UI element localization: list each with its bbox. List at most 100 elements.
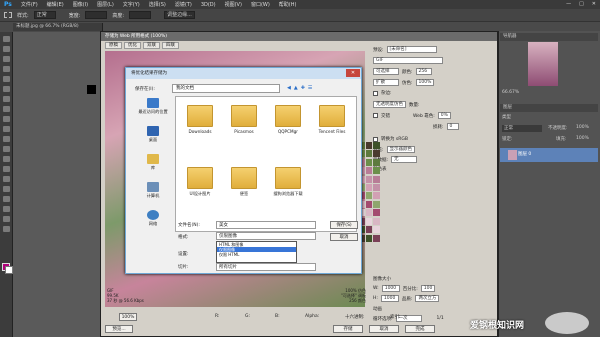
color-swatch[interactable] <box>373 226 380 234</box>
menu-help[interactable]: 帮助(H) <box>279 1 297 8</box>
quick-select-tool-icon[interactable] <box>3 66 10 72</box>
save-in-select[interactable]: 我的文档 <box>172 84 280 93</box>
web-snap-field[interactable]: 0% <box>437 112 451 119</box>
quality-select[interactable]: 两次立方 <box>415 295 440 302</box>
saveas-cancel-button[interactable]: 取消 <box>330 233 358 241</box>
preview-select[interactable]: 显示器颜色 <box>386 146 416 153</box>
color-swatch[interactable] <box>365 158 373 166</box>
saveas-close-button[interactable]: ✕ <box>346 69 360 77</box>
color-swatch[interactable] <box>373 234 380 242</box>
blur-tool-icon[interactable] <box>3 156 10 162</box>
folder-item[interactable]: Picasmos <box>224 105 264 134</box>
document-tab[interactable]: 未标题.jpg @ 66.7% (RGB/8) <box>13 23 103 31</box>
refine-edge-button[interactable]: 调整边缘... <box>164 11 195 19</box>
eraser-tool-icon[interactable] <box>3 136 10 142</box>
fill-value[interactable]: 100% <box>576 136 589 141</box>
view-menu-icon[interactable]: ☰ <box>308 85 312 91</box>
file-list[interactable]: Downloads Picasmos QQPCMgr Tencent Files… <box>175 96 357 232</box>
opacity-value[interactable]: 100% <box>576 125 589 130</box>
tab-4-up[interactable]: 四联 <box>162 42 179 49</box>
brush-tool-icon[interactable] <box>3 106 10 112</box>
style-select[interactable]: 正常 <box>33 11 56 19</box>
eyedropper-tool-icon[interactable] <box>3 86 10 92</box>
back-icon[interactable]: ◀ <box>287 85 291 91</box>
shape-tool-icon[interactable] <box>3 206 10 212</box>
color-swatch[interactable] <box>365 200 373 208</box>
marquee-tool-icon[interactable] <box>3 46 10 52</box>
color-swatch[interactable] <box>365 234 373 242</box>
place-computer[interactable]: 计算机 <box>132 182 174 199</box>
format-option[interactable]: 仅限 HTML <box>217 252 296 257</box>
transparency-dither-select[interactable]: 无透明度仿色 <box>373 101 406 108</box>
dither-algorithm-select[interactable]: 扩散 <box>373 79 399 86</box>
clone-stamp-icon[interactable] <box>3 116 10 122</box>
convert-srgb-checkbox[interactable] <box>373 136 378 142</box>
menu-type[interactable]: 文字(Y) <box>123 1 140 8</box>
menu-edit[interactable]: 编辑(E) <box>47 1 64 8</box>
folder-item[interactable]: QQPCMgr <box>268 105 308 134</box>
slices-select[interactable]: 所有切片 <box>216 263 316 271</box>
close-button[interactable]: ✕ <box>592 1 596 7</box>
navigator-panel-header[interactable]: 导航器 <box>500 33 598 41</box>
preview-browser-button[interactable]: 预览... <box>105 325 133 333</box>
color-swatch[interactable] <box>373 217 380 225</box>
pen-tool-icon[interactable] <box>3 176 10 182</box>
color-swatch[interactable] <box>365 167 373 175</box>
saveas-save-button[interactable]: 保存(S) <box>330 221 358 229</box>
new-folder-icon[interactable]: ✚ <box>301 85 305 91</box>
color-swatch[interactable] <box>373 175 380 183</box>
menu-file[interactable]: 文件(F) <box>21 1 38 8</box>
color-swatch[interactable] <box>373 158 380 166</box>
color-swatch[interactable] <box>373 209 380 217</box>
height-field[interactable] <box>129 11 152 19</box>
interlaced-checkbox[interactable] <box>373 113 378 118</box>
menu-view[interactable]: 视图(V) <box>225 1 242 8</box>
history-brush-icon[interactable] <box>3 126 10 132</box>
width-field[interactable]: 1000 <box>381 285 400 292</box>
color-swatch[interactable] <box>365 192 373 200</box>
lossy-field[interactable]: 0 <box>446 123 459 130</box>
color-swatch[interactable] <box>365 150 373 158</box>
place-recent[interactable]: 最近访问的位置 <box>132 98 174 115</box>
zoom-tool-icon[interactable] <box>3 226 10 232</box>
filename-input[interactable]: 美女 <box>216 221 316 229</box>
folder-item[interactable]: 便签 <box>224 167 264 197</box>
sfw-cancel-button[interactable]: 取消 <box>369 325 399 333</box>
place-desktop[interactable]: 桌面 <box>132 126 174 143</box>
color-swatch[interactable] <box>365 226 373 234</box>
color-swatch[interactable] <box>365 184 373 192</box>
zoom-select[interactable]: 100% <box>119 313 137 321</box>
hand-tool-icon[interactable] <box>3 216 10 222</box>
color-swatch[interactable] <box>365 142 373 149</box>
sfw-save-button[interactable]: 存储 <box>333 325 363 333</box>
color-swatch[interactable] <box>365 175 373 183</box>
folder-item[interactable]: UI设计图片 <box>180 167 220 197</box>
move-tool-icon[interactable] <box>3 36 10 42</box>
width-field[interactable] <box>85 11 108 19</box>
navigator-thumbnail[interactable] <box>528 42 558 86</box>
tab-original[interactable]: 原稿 <box>105 42 122 49</box>
menu-window[interactable]: 窗口(W) <box>251 1 270 8</box>
transparency-checkbox[interactable] <box>373 90 378 96</box>
color-swatch[interactable] <box>373 200 380 208</box>
format-select[interactable]: 仅限图像 <box>216 232 316 240</box>
color-swatch[interactable] <box>365 217 373 225</box>
gradient-tool-icon[interactable] <box>3 146 10 152</box>
menu-3d[interactable]: 3D(D) <box>201 2 216 8</box>
layer-kind-label[interactable]: 类型 <box>502 114 511 120</box>
color-swatch[interactable] <box>373 150 380 158</box>
tab-2-up[interactable]: 双联 <box>143 42 160 49</box>
format-select[interactable]: GIF <box>373 57 443 64</box>
menu-image[interactable]: 图像(I) <box>73 1 88 8</box>
up-folder-icon[interactable]: ▲ <box>294 85 298 91</box>
menu-filter[interactable]: 滤镜(T) <box>175 1 192 8</box>
place-libraries[interactable]: 库 <box>132 154 174 171</box>
height-field[interactable]: 1000 <box>380 295 399 302</box>
blend-mode-select[interactable]: 正常 <box>502 125 542 132</box>
menu-select[interactable]: 选择(S) <box>149 1 166 8</box>
crop-tool-icon[interactable] <box>3 76 10 82</box>
colors-select[interactable]: 256 <box>415 68 432 75</box>
color-swatch[interactable] <box>373 192 380 200</box>
type-tool-icon[interactable] <box>3 186 10 192</box>
folder-item[interactable]: 搜狗浏览器下载 <box>268 167 308 197</box>
